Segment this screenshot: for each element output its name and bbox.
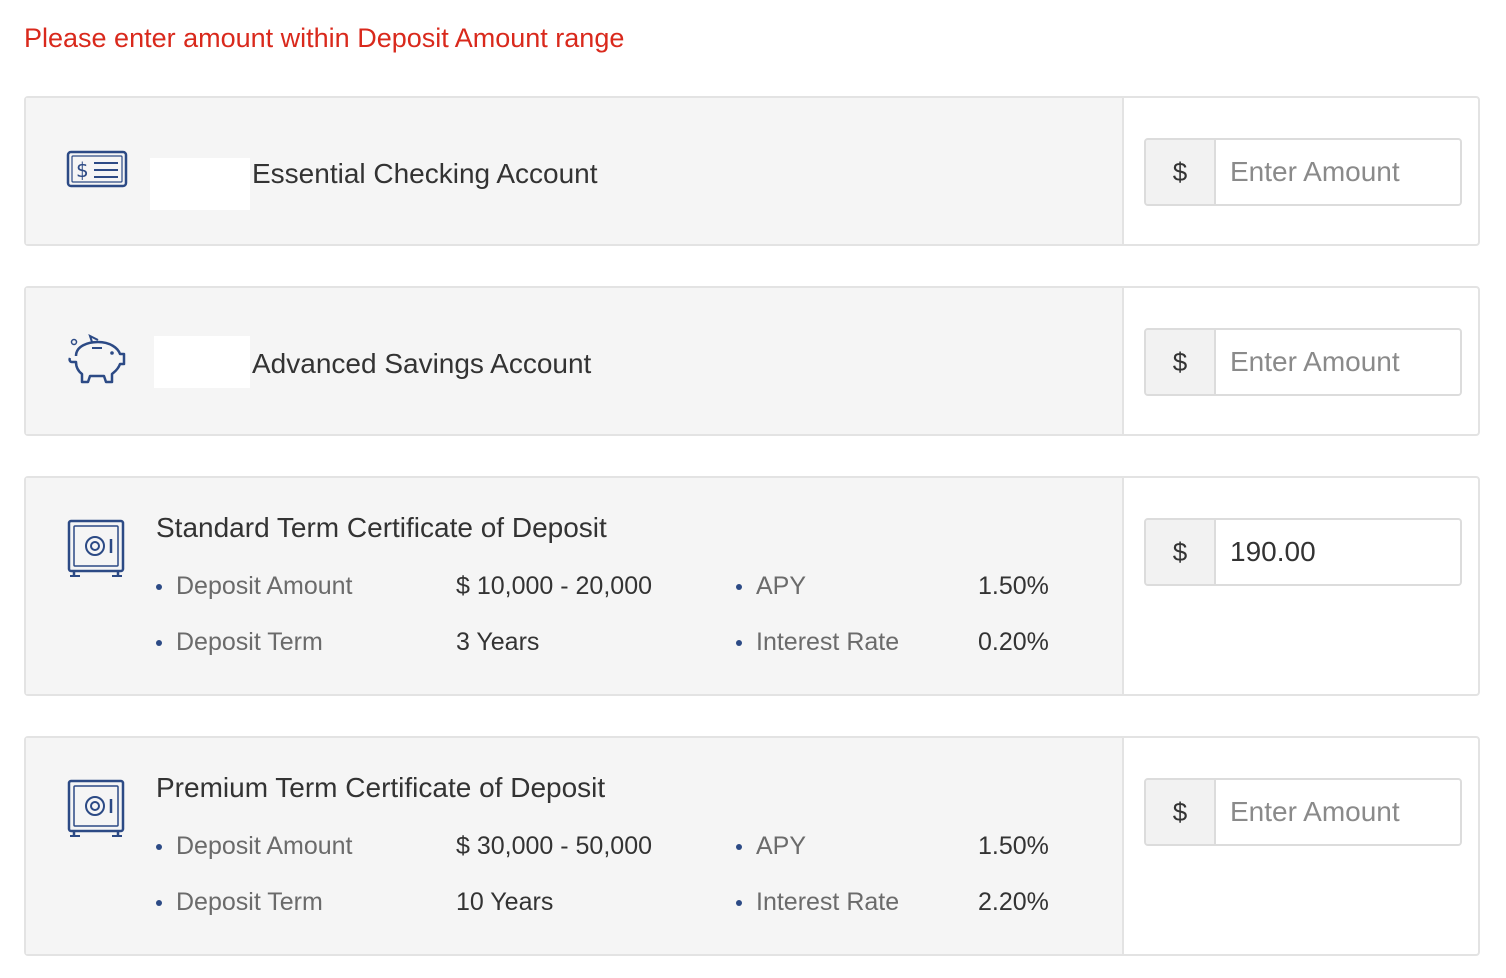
safe-icon xyxy=(66,778,126,840)
error-message: Please enter amount within Deposit Amoun… xyxy=(24,23,625,53)
account-details: Deposit Amount $ 30,000 - 50,000 APY 1.5… xyxy=(156,830,1056,942)
safe-icon xyxy=(66,518,126,580)
amount-field: $ xyxy=(1144,518,1462,586)
bullet xyxy=(736,900,742,906)
redacted-area xyxy=(150,158,250,210)
deposit-amount-label: Deposit Amount xyxy=(176,832,353,860)
check-icon: $ xyxy=(66,150,128,190)
bullet xyxy=(736,844,742,850)
bullet xyxy=(156,900,162,906)
amount-field: $ xyxy=(1144,778,1462,846)
amount-panel: $ xyxy=(1124,478,1478,694)
interest-rate-value: 2.20% xyxy=(978,888,1049,916)
account-title: Standard Term Certificate of Deposit xyxy=(156,512,607,543)
deposit-amount-value: $ 30,000 - 50,000 xyxy=(456,832,652,860)
amount-panel: $ xyxy=(1124,738,1478,954)
details-row: Deposit Amount $ 30,000 - 50,000 APY 1.5… xyxy=(156,830,1056,886)
amount-panel: $ xyxy=(1124,288,1478,434)
interest-rate-value: 0.20% xyxy=(978,628,1049,656)
account-info-panel: Standard Term Certificate of Deposit Dep… xyxy=(26,478,1124,694)
bullet xyxy=(156,640,162,646)
interest-rate-label: Interest Rate xyxy=(756,628,900,656)
details-row: Deposit Amount $ 10,000 - 20,000 APY 1.5… xyxy=(156,570,1056,626)
svg-text:$: $ xyxy=(76,158,89,182)
account-details: Deposit Amount $ 10,000 - 20,000 APY 1.5… xyxy=(156,570,1056,682)
currency-prefix: $ xyxy=(1146,780,1216,844)
apy-value: 1.50% xyxy=(978,572,1049,600)
bullet xyxy=(156,584,162,590)
currency-prefix: $ xyxy=(1146,140,1216,204)
account-title: Advanced Savings Account xyxy=(252,348,592,379)
account-title: Premium Term Certificate of Deposit xyxy=(156,772,606,803)
piggy-bank-icon xyxy=(66,334,128,386)
deposit-term-value: 10 Years xyxy=(456,888,554,916)
currency-prefix: $ xyxy=(1146,520,1216,584)
amount-input[interactable] xyxy=(1216,520,1460,584)
amount-field: $ xyxy=(1144,138,1462,206)
amount-panel: $ xyxy=(1124,98,1478,244)
currency-prefix: $ xyxy=(1146,330,1216,394)
apy-label: APY xyxy=(756,572,807,600)
account-card-advanced-savings: Advanced Savings Account $ xyxy=(24,286,1480,436)
apy-value: 1.50% xyxy=(978,832,1049,860)
account-title: Essential Checking Account xyxy=(252,158,598,189)
details-row: Deposit Term 3 Years Interest Rate 0.20% xyxy=(156,626,1056,682)
deposit-amount-value: $ 10,000 - 20,000 xyxy=(456,572,652,600)
amount-input[interactable] xyxy=(1216,780,1460,844)
account-card-standard-cd: Standard Term Certificate of Deposit Dep… xyxy=(24,476,1480,696)
deposit-term-label: Deposit Term xyxy=(176,628,323,656)
account-card-premium-cd: Premium Term Certificate of Deposit Depo… xyxy=(24,736,1480,956)
deposit-term-value: 3 Years xyxy=(456,628,540,656)
bullet xyxy=(736,584,742,590)
interest-rate-label: Interest Rate xyxy=(756,888,900,916)
amount-field: $ xyxy=(1144,328,1462,396)
amount-input[interactable] xyxy=(1216,140,1460,204)
apy-label: APY xyxy=(756,832,807,860)
bullet xyxy=(156,844,162,850)
details-row: Deposit Term 10 Years Interest Rate 2.20… xyxy=(156,886,1056,942)
amount-input[interactable] xyxy=(1216,330,1460,394)
deposit-term-label: Deposit Term xyxy=(176,888,323,916)
redacted-area xyxy=(154,336,250,388)
account-info-panel: $ Essential Checking Account xyxy=(26,98,1124,244)
account-info-panel: Advanced Savings Account xyxy=(26,288,1124,434)
account-info-panel: Premium Term Certificate of Deposit Depo… xyxy=(26,738,1124,954)
deposit-amount-label: Deposit Amount xyxy=(176,572,353,600)
bullet xyxy=(736,640,742,646)
account-card-essential-checking: $ Essential Checking Account $ xyxy=(24,96,1480,246)
